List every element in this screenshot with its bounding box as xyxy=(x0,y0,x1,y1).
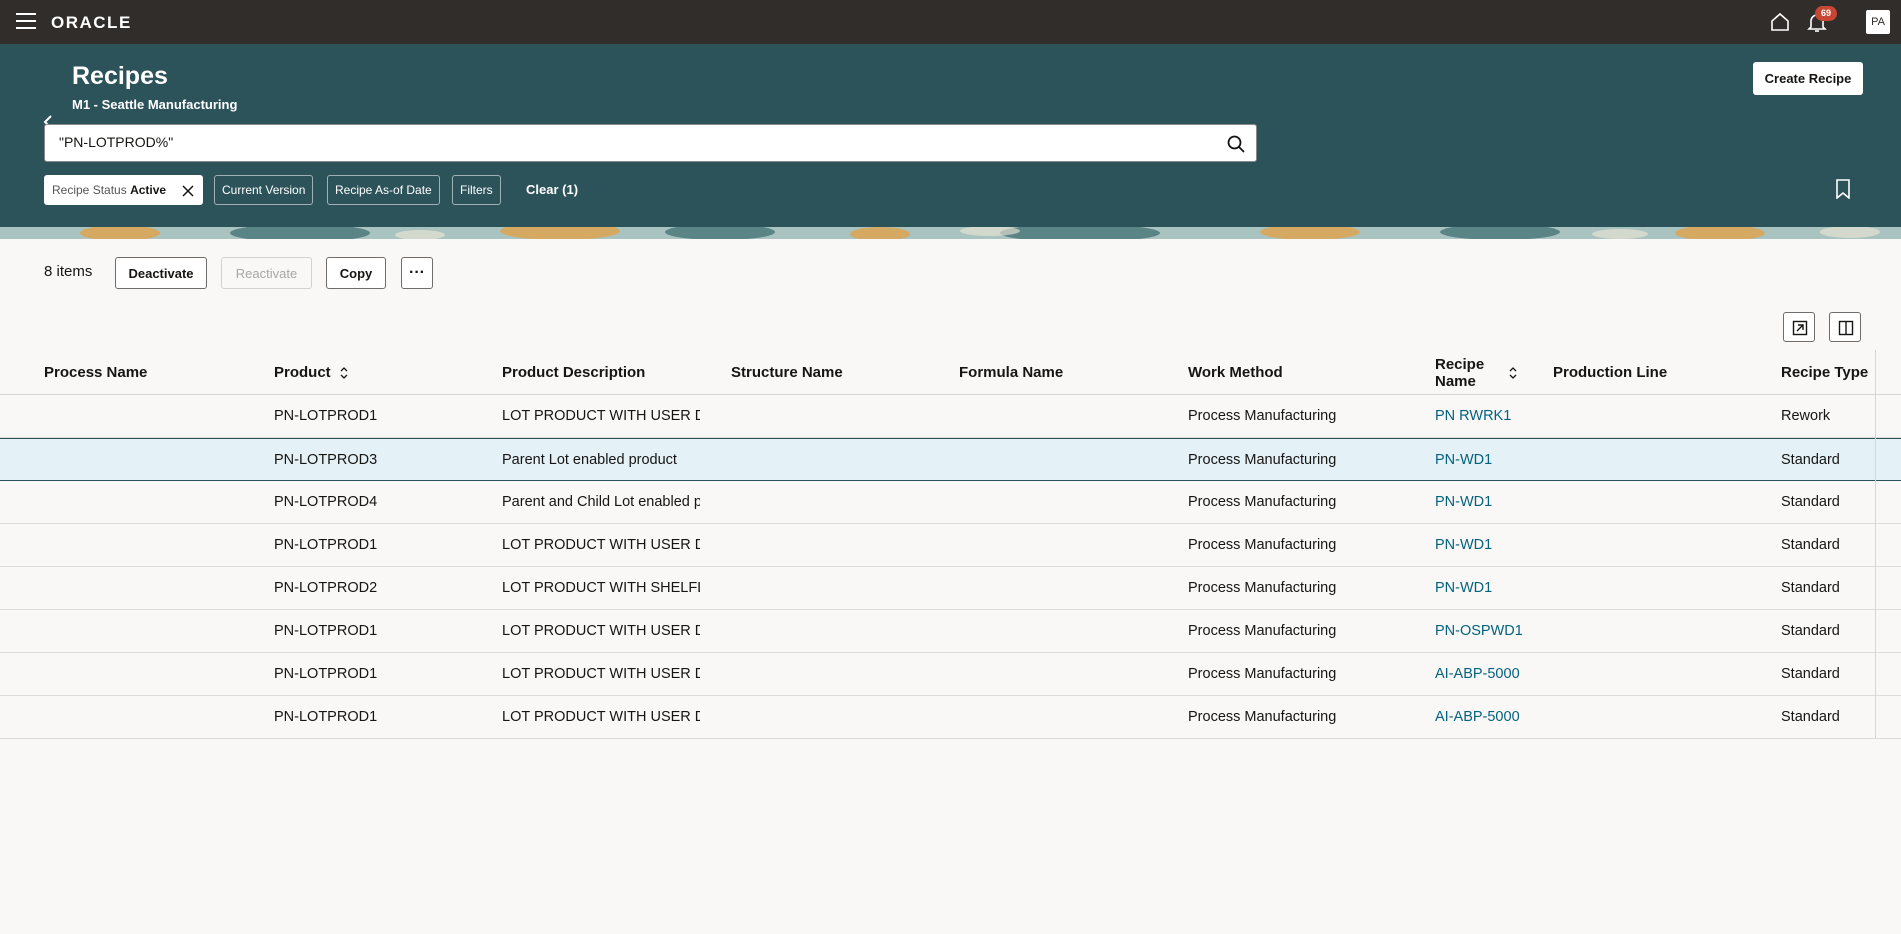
cell-product-description: Parent and Child Lot enabled p xyxy=(502,494,700,510)
column-header-work-method[interactable]: Work Method xyxy=(1188,350,1283,395)
table-row[interactable]: PN-LOTPROD1 LOT PRODUCT WITH USER DE Proce… xyxy=(0,696,1901,739)
cell-product-description: LOT PRODUCT WITH USER DE xyxy=(502,408,700,424)
detach-icon xyxy=(1792,320,1808,336)
global-header: ORACLE 69 PA xyxy=(0,0,1901,44)
cell-product: PN-LOTPROD3 xyxy=(274,452,378,468)
clear-filters-link[interactable]: Clear (1) xyxy=(526,182,578,197)
column-header-process-name[interactable]: Process Name xyxy=(44,350,147,395)
bookmark-icon[interactable] xyxy=(1835,179,1851,199)
home-icon[interactable] xyxy=(1769,11,1791,33)
columns-icon xyxy=(1838,320,1854,336)
notification-badge: 69 xyxy=(1815,6,1837,21)
column-header-recipe-name[interactable]: Recipe Name xyxy=(1435,350,1518,395)
cell-recipe-name[interactable]: PN-WD1 xyxy=(1435,524,1492,567)
column-header-structure-name[interactable]: Structure Name xyxy=(731,350,843,395)
cell-recipe-type: Standard xyxy=(1781,666,1840,682)
sort-icon[interactable] xyxy=(339,366,349,380)
cell-product: PN-LOTPROD1 xyxy=(274,408,378,424)
recipes-table: Process Name Product Product Description… xyxy=(0,350,1901,739)
column-header-line-2: Name xyxy=(1435,372,1476,390)
cell-work-method: Process Manufacturing xyxy=(1188,537,1337,553)
filter-chip-value: Active xyxy=(130,183,167,197)
cell-product: PN-LOTPROD1 xyxy=(274,666,378,682)
filter-chip-recipe-status[interactable]: Recipe Status Active xyxy=(44,175,204,205)
filter-chip-filters[interactable]: Filters xyxy=(452,175,501,205)
column-header-formula-name[interactable]: Formula Name xyxy=(959,350,1063,395)
cell-work-method: Process Manufacturing xyxy=(1188,623,1337,639)
search-icon[interactable] xyxy=(1226,134,1246,154)
cell-product-description: LOT PRODUCT WITH USER DE xyxy=(502,537,700,553)
table-row[interactable]: PN-LOTPROD3 Parent Lot enabled product Pro… xyxy=(0,438,1901,481)
close-icon[interactable] xyxy=(181,184,195,198)
column-header-product[interactable]: Product xyxy=(274,350,349,395)
table-row[interactable]: PN-LOTPROD1 LOT PRODUCT WITH USER DE Proce… xyxy=(0,610,1901,653)
table-header: Process Name Product Product Description… xyxy=(0,350,1901,395)
cell-product: PN-LOTPROD1 xyxy=(274,709,378,725)
cell-product-description: LOT PRODUCT WITH USER DE xyxy=(502,709,700,725)
cell-recipe-type: Standard xyxy=(1781,452,1840,468)
table-row[interactable]: PN-LOTPROD1 LOT PRODUCT WITH USER DE Proce… xyxy=(0,524,1901,567)
filter-chip-current-version[interactable]: Current Version xyxy=(214,175,314,205)
column-layout-button[interactable] xyxy=(1829,312,1861,342)
user-avatar[interactable]: PA xyxy=(1866,10,1890,34)
cell-product: PN-LOTPROD4 xyxy=(274,494,378,510)
copy-button[interactable]: Copy xyxy=(326,257,386,289)
cell-product: PN-LOTPROD2 xyxy=(274,580,378,596)
reactivate-button: Reactivate xyxy=(221,257,312,289)
column-header-label: Product xyxy=(274,364,331,381)
cell-recipe-name[interactable]: PN-WD1 xyxy=(1435,567,1492,610)
cell-product-description: LOT PRODUCT WITH USER DE xyxy=(502,666,700,682)
cell-recipe-type: Standard xyxy=(1781,580,1840,596)
cell-work-method: Process Manufacturing xyxy=(1188,494,1337,510)
cell-product-description: Parent Lot enabled product xyxy=(502,452,677,468)
page-subtitle: M1 - Seattle Manufacturing xyxy=(72,97,238,112)
cell-product-description: LOT PRODUCT WITH USER DE xyxy=(502,623,700,639)
page-header: Recipes M1 - Seattle Manufacturing Creat… xyxy=(0,44,1901,239)
cell-work-method: Process Manufacturing xyxy=(1188,452,1337,468)
decorative-banner xyxy=(0,227,1901,239)
table-row[interactable]: PN-LOTPROD1 LOT PRODUCT WITH USER DE Proce… xyxy=(0,395,1901,438)
cell-product-description: LOT PRODUCT WITH SHELFLI xyxy=(502,580,700,596)
search-input[interactable] xyxy=(59,134,1209,150)
cell-recipe-type: Rework xyxy=(1781,408,1831,424)
cell-recipe-name[interactable]: PN-WD1 xyxy=(1435,439,1492,482)
column-header-product-description[interactable]: Product Description xyxy=(502,350,645,395)
cell-recipe-name[interactable]: AI-ABP-5000 xyxy=(1435,696,1520,739)
table-row[interactable]: PN-LOTPROD4 Parent and Child Lot enabled … xyxy=(0,481,1901,524)
column-header-label: Recipe Name xyxy=(1435,356,1484,390)
cell-product: PN-LOTPROD1 xyxy=(274,623,378,639)
filter-chip-as-of-date[interactable]: Recipe As-of Date xyxy=(327,175,440,205)
cell-recipe-name[interactable]: PN-WD1 xyxy=(1435,481,1492,524)
detach-table-button[interactable] xyxy=(1783,312,1815,342)
cell-recipe-name[interactable]: PN-OSPWD1 xyxy=(1435,610,1523,653)
more-actions-button[interactable]: ··· xyxy=(401,257,433,289)
table-row[interactable]: PN-LOTPROD1 LOT PRODUCT WITH USER DE Proce… xyxy=(0,653,1901,696)
cell-recipe-type: Standard xyxy=(1781,494,1840,510)
cell-recipe-type: Standard xyxy=(1781,709,1840,725)
table-row[interactable]: PN-LOTPROD2 LOT PRODUCT WITH SHELFLI Proce… xyxy=(0,567,1901,610)
column-header-recipe-type[interactable]: Recipe Type xyxy=(1781,350,1868,395)
filter-chip-label: Recipe Status xyxy=(52,183,127,197)
cell-work-method: Process Manufacturing xyxy=(1188,580,1337,596)
hamburger-menu-icon[interactable] xyxy=(16,13,36,29)
sort-icon[interactable] xyxy=(1508,366,1518,380)
cell-recipe-name[interactable]: PN RWRK1 xyxy=(1435,395,1511,438)
deactivate-button[interactable]: Deactivate xyxy=(115,257,207,289)
column-divider xyxy=(1875,350,1876,738)
cell-recipe-type: Standard xyxy=(1781,623,1840,639)
cell-work-method: Process Manufacturing xyxy=(1188,408,1337,424)
search-field[interactable] xyxy=(44,124,1257,162)
cell-work-method: Process Manufacturing xyxy=(1188,709,1337,725)
cell-recipe-name[interactable]: AI-ABP-5000 xyxy=(1435,653,1520,696)
page-title: Recipes xyxy=(72,62,168,90)
item-count: 8 items xyxy=(44,263,93,280)
column-header-production-line[interactable]: Production Line xyxy=(1553,350,1667,395)
oracle-logo: ORACLE xyxy=(51,13,132,32)
create-recipe-button[interactable]: Create Recipe xyxy=(1753,62,1863,95)
cell-work-method: Process Manufacturing xyxy=(1188,666,1337,682)
column-header-line-1: Recipe xyxy=(1435,355,1485,373)
cell-recipe-type: Standard xyxy=(1781,537,1840,553)
cell-product: PN-LOTPROD1 xyxy=(274,537,378,553)
table-body: PN-LOTPROD1 LOT PRODUCT WITH USER DE Proce… xyxy=(0,395,1901,739)
